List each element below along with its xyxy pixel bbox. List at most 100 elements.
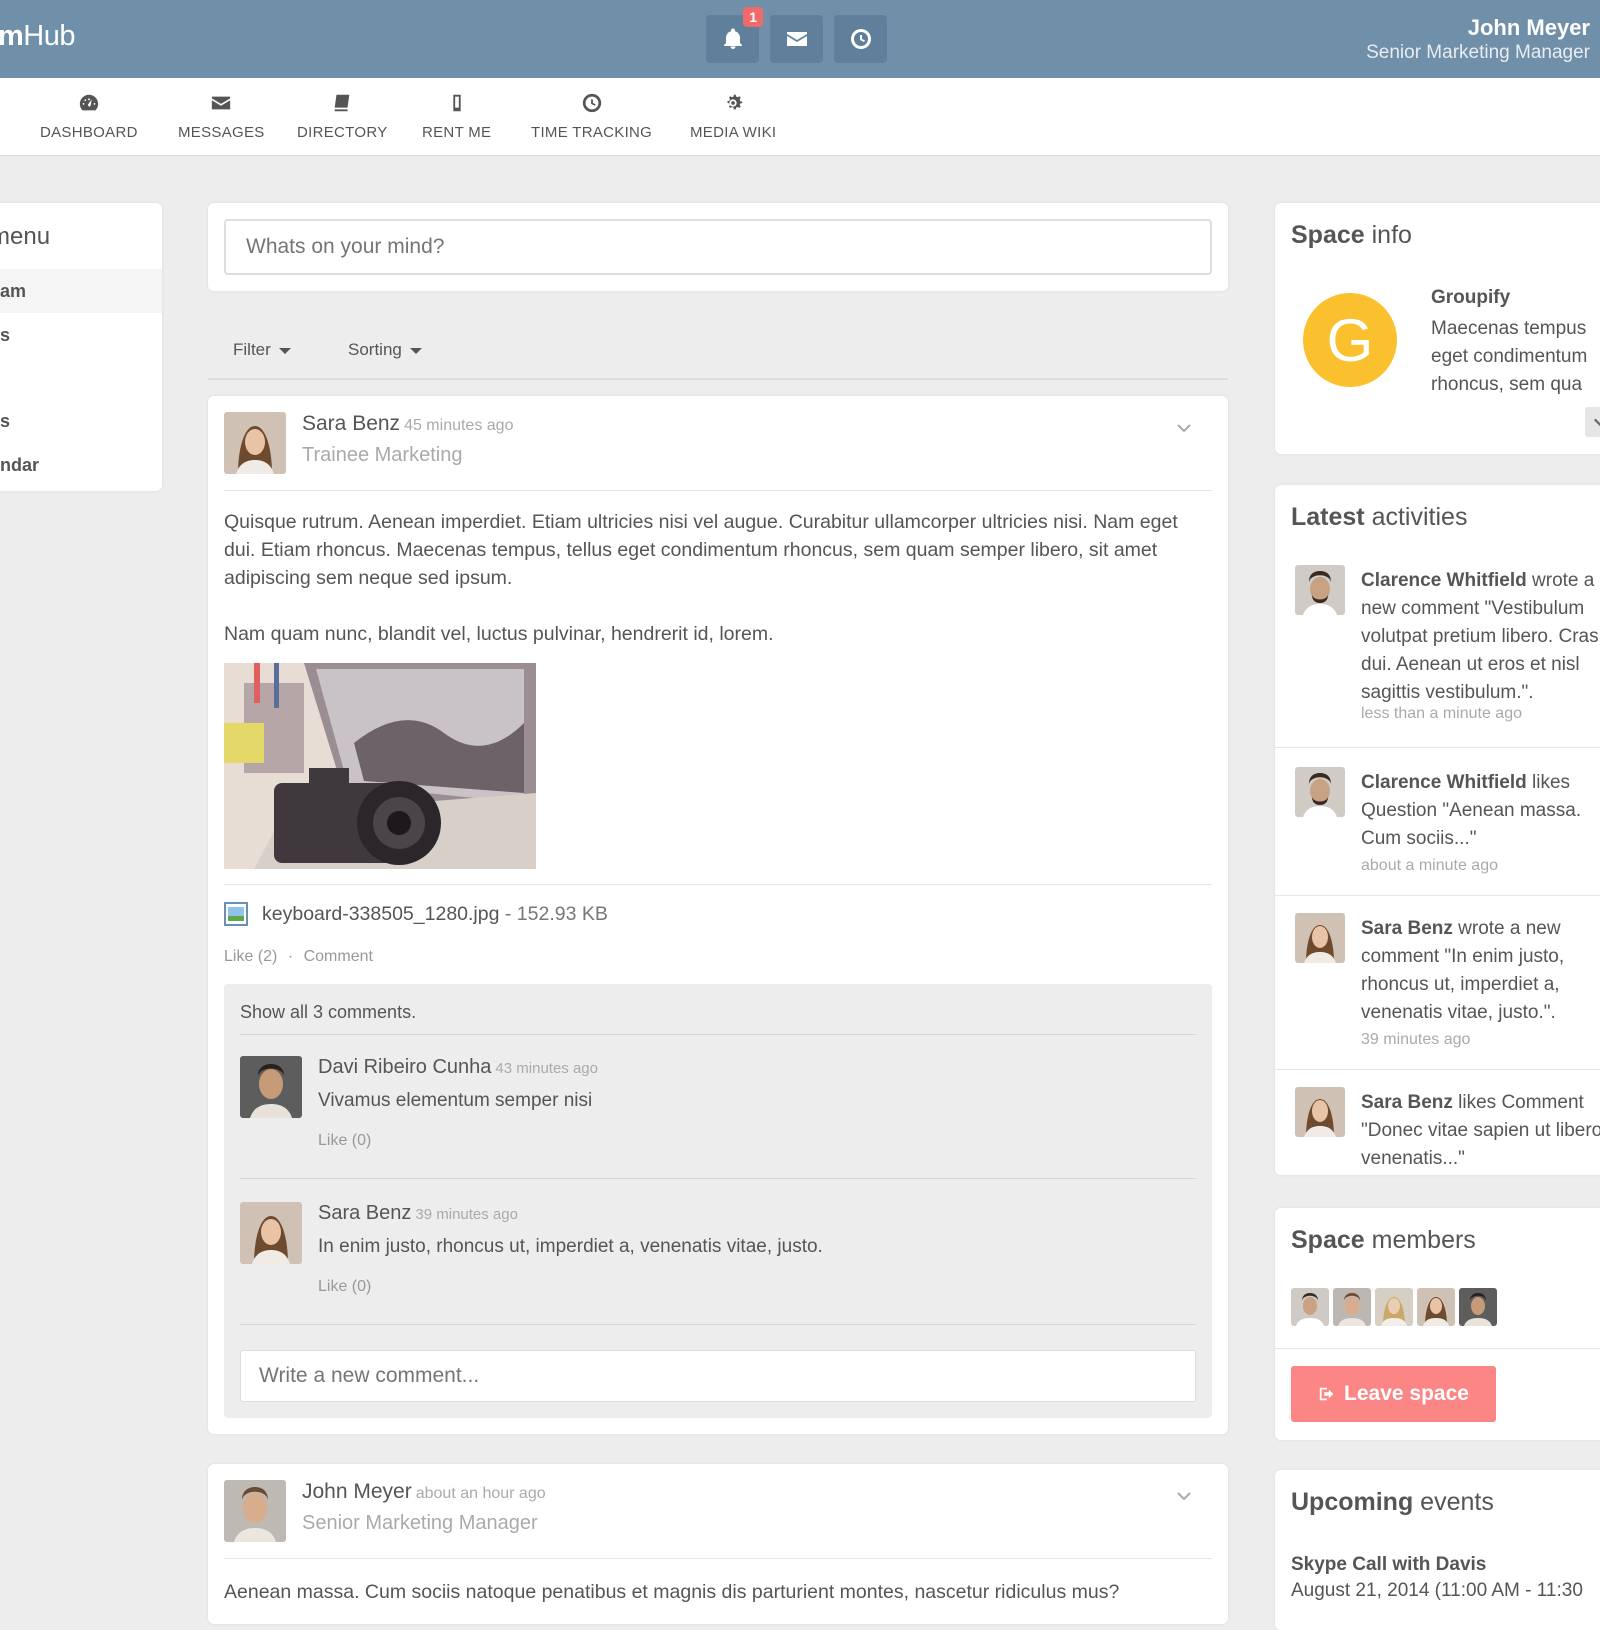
space-menu-item[interactable]: es [0,399,162,443]
caret-down-icon [409,347,422,354]
space-logo: G [1303,293,1397,387]
post-image[interactable] [224,663,536,869]
nav-time-tracking[interactable]: TIME TRACKING [531,78,652,156]
envelope-icon [786,32,807,46]
nav-dashboard[interactable]: DASHBOARD [40,78,138,156]
post-paragraph: Nam quam nunc, blandit vel, luctus pulvi… [224,623,774,645]
expand-button[interactable] [1585,407,1600,437]
post-actions: Like (2) · Comment [224,948,373,965]
divider [1275,1069,1600,1070]
sorting-dropdown[interactable]: Sorting [348,340,422,360]
gear-icon [727,94,743,110]
user-avatar-icon [1295,767,1345,817]
avatar [1295,1087,1345,1137]
user-avatar-icon [1459,1288,1497,1326]
notification-badge: 1 [743,7,763,27]
user-avatar-icon [1295,913,1345,963]
chevron-down-icon[interactable] [1176,420,1192,436]
post-input[interactable] [224,219,1212,275]
panel-title: Latest activities [1291,503,1468,531]
user-title: Senior Marketing Manager [1366,42,1590,63]
attached-file[interactable]: keyboard-338505_1280.jpg - 152.93 KB [262,903,608,926]
envelope-icon [212,96,231,110]
space-menu: menu eam ks s es endar [0,203,162,491]
space-menu-item[interactable]: endar [0,443,162,487]
member-avatar[interactable] [1291,1288,1329,1326]
user-avatar-icon [1375,1288,1413,1326]
comments-section: Show all 3 comments. Davi Ribeiro Cunha 4… [224,984,1212,1418]
member-avatar[interactable] [1459,1288,1497,1326]
divider [1275,1348,1600,1349]
comment-author[interactable]: Sara Benz 39 minutes ago [318,1202,518,1225]
chevron-down-icon[interactable] [1176,1488,1192,1504]
space-name: Groupify [1431,287,1511,308]
panel-title: Upcoming events [1291,1488,1494,1516]
messages-button[interactable] [770,15,823,63]
member-avatar[interactable] [1333,1288,1371,1326]
nav-media-wiki[interactable]: MEDIA WIKI [690,78,776,156]
avatar[interactable] [224,412,286,474]
panel-title: Space info [1291,221,1412,249]
avatar[interactable] [224,1480,286,1542]
user-avatar-icon [240,1202,302,1264]
activity-time: less than a minute ago [1361,705,1522,722]
nav-rent-me[interactable]: RENT ME [422,78,491,156]
activity-time: about a minute ago [1361,857,1498,874]
clock-icon [582,93,601,113]
event-time: August 21, 2014 (11:00 AM - 11:30 [1291,1580,1583,1601]
member-avatar[interactable] [1417,1288,1455,1326]
mobile-icon [453,94,461,112]
user-name[interactable]: John Meyer [1468,15,1590,41]
image-file-icon [224,902,248,926]
stream-post: John Meyer about an hour ago Senior Marke… [208,1464,1228,1624]
divider [240,1324,1196,1325]
space-menu-item[interactable]: eam [0,269,162,313]
user-avatar-icon [1333,1288,1371,1326]
comment-like-link[interactable]: Like (0) [318,1278,371,1296]
comment-time: 39 minutes ago [415,1206,518,1223]
new-comment-input[interactable] [240,1350,1196,1402]
divider [240,1034,1196,1035]
notifications-button[interactable]: 1 [706,7,763,63]
space-menu-item[interactable]: s [0,356,162,400]
space-menu-item[interactable]: ks [0,313,162,357]
user-avatar-icon [1291,1288,1329,1326]
post-time: 45 minutes ago [404,417,514,434]
comment-text: Vivamus elementum semper nisi [318,1090,593,1111]
filter-dropdown[interactable]: Filter [233,340,291,360]
comment-time: 43 minutes ago [495,1060,598,1077]
post-author[interactable]: John Meyer about an hour ago [302,1480,546,1504]
comment-link[interactable]: Comment [304,948,373,965]
post-author-title: Trainee Marketing [302,444,463,466]
upcoming-events-panel: Upcoming events Skype Call with Davis Au… [1275,1470,1600,1630]
user-avatar-icon [1295,1087,1345,1137]
like-link[interactable]: Like (2) [224,948,277,965]
avatar [1295,913,1345,963]
brand-logo[interactable]: mHub [0,20,75,53]
leave-space-button[interactable]: Leave space [1291,1366,1496,1422]
space-description: Maecenas tempus eget condimentum rhoncus… [1431,318,1588,395]
nav-messages[interactable]: MESSAGES [178,78,265,156]
space-info-panel: Space info G Groupify Maecenas tempus eg… [1275,203,1600,454]
time-button[interactable] [834,15,887,63]
avatar[interactable] [240,1056,302,1118]
show-all-comments-link[interactable]: Show all 3 comments. [240,1002,416,1023]
latest-activities-panel: Latest activities Clarence Whitfield wro… [1275,485,1600,1175]
user-avatar-icon [1295,565,1345,615]
space-members-panel: Space members Leave space [1275,1208,1600,1440]
user-avatar-icon [224,1480,286,1542]
comment-like-link[interactable]: Like (0) [318,1132,371,1150]
panel-title: Space members [1291,1226,1476,1254]
avatar [1295,767,1345,817]
camera-photo-image [224,663,536,869]
avatar[interactable] [240,1202,302,1264]
member-avatar[interactable] [1375,1288,1413,1326]
comment-author[interactable]: Davi Ribeiro Cunha 43 minutes ago [318,1056,598,1079]
bell-icon [723,28,742,49]
divider [240,1178,1196,1179]
stream-post: Sara Benz 45 minutes ago Trainee Marketin… [208,396,1228,1434]
post-author[interactable]: Sara Benz 45 minutes ago [302,412,513,436]
sign-out-icon [1319,1387,1334,1401]
event-title[interactable]: Skype Call with Davis [1291,1554,1486,1576]
nav-directory[interactable]: DIRECTORY [297,78,388,156]
